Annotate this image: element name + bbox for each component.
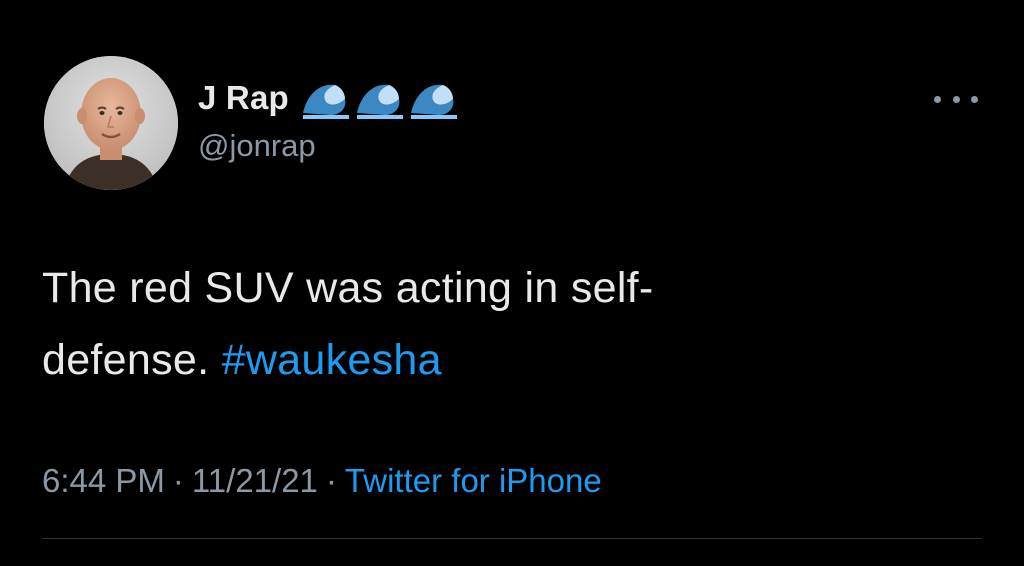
tweet-source-link[interactable]: Twitter for iPhone	[345, 462, 602, 499]
tweet-text-line1: The red SUV was acting in self-	[42, 264, 654, 312]
author-name-row: J Rap	[198, 76, 459, 120]
tweet-text-line2: defense.	[42, 336, 210, 384]
more-options-button[interactable]	[934, 88, 978, 110]
hashtag-link[interactable]: #waukesha	[222, 336, 442, 384]
water-wave-icon	[356, 84, 403, 119]
author-handle[interactable]: @jonrap	[198, 128, 316, 164]
meta-separator: ·	[172, 462, 184, 499]
dot-icon	[971, 95, 978, 103]
tweet-meta: 6:44 PM · 11/21/21 · Twitter for iPhone	[42, 462, 602, 500]
water-wave-icon	[410, 84, 457, 119]
name-emoji-group	[301, 77, 459, 119]
avatar-photo	[44, 56, 178, 190]
tweet-text: The red SUV was acting in self- defense.…	[42, 252, 942, 396]
avatar[interactable]	[44, 56, 178, 190]
display-name[interactable]: J Rap	[198, 79, 289, 117]
tweet-card: J Rap @jonrap The red SUV was acting in …	[0, 0, 1024, 566]
tweet-time[interactable]: 6:44 PM	[42, 462, 165, 499]
meta-separator: ·	[325, 462, 337, 499]
dot-icon	[934, 95, 941, 103]
divider	[42, 538, 982, 539]
water-wave-icon	[302, 84, 349, 119]
tweet-date[interactable]: 11/21/21	[192, 462, 318, 499]
dot-icon	[952, 95, 960, 103]
